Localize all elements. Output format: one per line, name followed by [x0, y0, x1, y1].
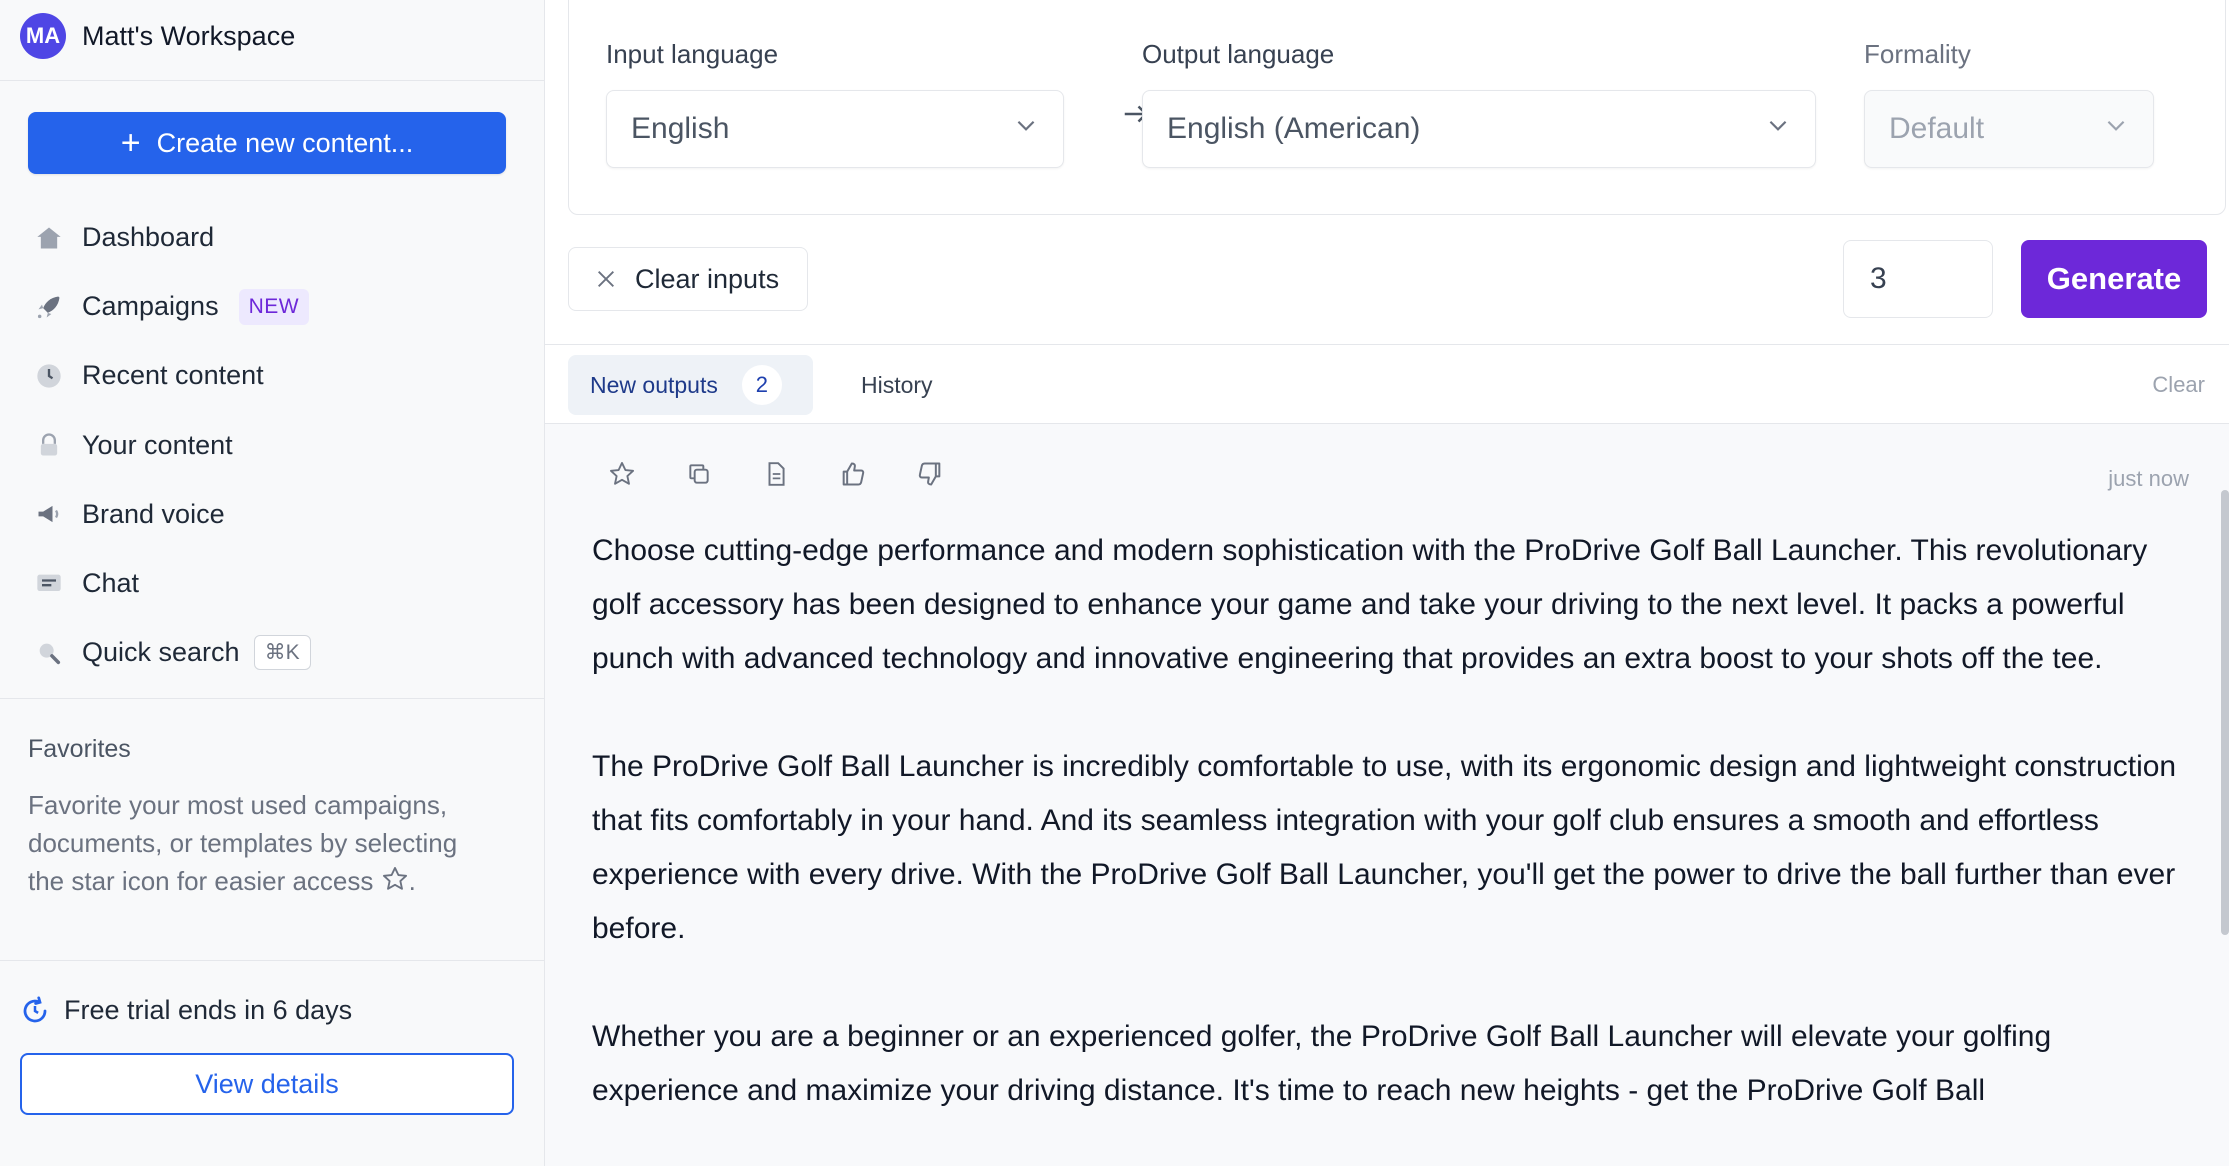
star-icon [608, 460, 636, 493]
chevron-down-icon [1765, 112, 1791, 146]
count-badge: 2 [741, 365, 782, 405]
keyboard-shortcut: ⌘K [253, 635, 311, 671]
generate-button[interactable]: Generate [2021, 240, 2207, 318]
workspace-name: Matt's Workspace [82, 20, 296, 51]
tab-history[interactable]: History [861, 345, 933, 425]
favorites-hint: Favorite your most used campaigns, docum… [28, 786, 498, 900]
rocket-icon [32, 290, 66, 324]
chat-icon [32, 567, 66, 601]
favorites-title: Favorites [28, 735, 131, 763]
search-icon [32, 636, 66, 670]
create-new-content-label: Create new content... [156, 127, 414, 158]
sidebar-item-label: Quick search [82, 637, 240, 668]
input-language-select[interactable]: English [606, 90, 1064, 168]
sidebar-item-label: Dashboard [82, 222, 215, 253]
new-badge: NEW [238, 288, 310, 325]
scrollbar-thumb[interactable] [2221, 490, 2229, 935]
output-count-input[interactable]: 3 [1843, 240, 1993, 318]
thumbs-down-icon [916, 460, 944, 493]
sidebar-item-your-content[interactable]: Your content [32, 411, 522, 480]
output-timestamp: just now [2108, 466, 2189, 491]
divider [0, 960, 545, 961]
output-card: just now Choose cutting-edge performance… [545, 424, 2229, 1166]
formality-label: Formality [1864, 39, 1971, 69]
thumbs-up-icon [839, 460, 867, 493]
document-icon [763, 461, 789, 492]
thumbs-down-button[interactable] [903, 449, 957, 503]
avatar: MA [20, 13, 66, 59]
sidebar-item-dashboard[interactable]: Dashboard [32, 203, 522, 272]
output-actions [595, 449, 980, 503]
sidebar-item-chat[interactable]: Chat [32, 549, 522, 618]
favorites-hint-suffix: . [408, 866, 416, 896]
thumbs-up-button[interactable] [826, 449, 880, 503]
favorite-button[interactable] [595, 449, 649, 503]
refresh-clock-icon [20, 996, 50, 1026]
output-language-label: Output language [1142, 39, 1335, 69]
output-text[interactable]: Choose cutting-edge performance and mode… [592, 524, 2202, 1166]
home-icon [32, 221, 66, 255]
view-details-button[interactable]: View details [20, 1053, 514, 1115]
tab-label: New outputs [590, 371, 718, 398]
sidebar-item-label: Your content [82, 429, 233, 460]
output-paragraph: Choose cutting-edge performance and mode… [592, 534, 2148, 675]
sidebar-item-quick-search[interactable]: Quick search ⌘K [32, 618, 522, 687]
trial-text: Free trial ends in 6 days [64, 995, 353, 1025]
clear-inputs-button[interactable]: Clear inputs [568, 247, 808, 311]
clock-icon [32, 359, 66, 393]
create-new-content-button[interactable]: + Create new content... [28, 112, 506, 174]
sidebar-item-label: Recent content [82, 360, 264, 391]
input-language-value: English [631, 112, 730, 145]
sidebar-item-recent-content[interactable]: Recent content [32, 341, 522, 410]
save-document-button[interactable] [749, 449, 803, 503]
sidebar-item-label: Brand voice [82, 498, 225, 529]
formality-select[interactable]: Default [1864, 90, 2154, 168]
sidebar-nav: Dashboard Campaigns NEW Recent content Y… [32, 203, 522, 687]
main-panel: Input language English Output language E… [545, 0, 2229, 1166]
close-icon [595, 268, 617, 290]
sidebar-item-label: Campaigns [82, 291, 219, 322]
chevron-down-icon [1013, 112, 1039, 146]
output-language-select[interactable]: English (American) [1142, 90, 1816, 168]
output-language-value: English (American) [1167, 112, 1421, 145]
clear-inputs-label: Clear inputs [635, 263, 780, 294]
divider [0, 80, 545, 81]
input-language-label: Input language [606, 39, 779, 69]
output-tabs: New outputs 2 History Clear [545, 344, 2229, 424]
sidebar-item-brand-voice[interactable]: Brand voice [32, 480, 522, 549]
trial-notice: Free trial ends in 6 days [20, 995, 352, 1026]
sidebar: MA Matt's Workspace + Create new content… [0, 0, 545, 1166]
divider [0, 698, 545, 699]
clear-outputs-button[interactable]: Clear [2152, 345, 2205, 425]
chevron-down-icon [2103, 112, 2129, 146]
star-icon [381, 866, 409, 896]
workspace-switcher[interactable]: MA Matt's Workspace [20, 12, 295, 60]
sidebar-item-label: Chat [82, 568, 140, 599]
copy-icon [686, 461, 712, 492]
formality-value: Default [1889, 112, 1985, 145]
megaphone-icon [32, 497, 66, 531]
output-paragraph: Whether you are a beginner or an experie… [592, 1020, 2052, 1107]
language-settings-card: Input language English Output language E… [568, 0, 2226, 215]
output-paragraph: The ProDrive Golf Ball Launcher is incre… [592, 750, 2177, 945]
plus-icon: + [120, 124, 141, 162]
lock-icon [32, 428, 66, 462]
tab-new-outputs[interactable]: New outputs 2 [568, 355, 813, 415]
sidebar-item-campaigns[interactable]: Campaigns NEW [32, 272, 522, 341]
copy-button[interactable] [672, 449, 726, 503]
